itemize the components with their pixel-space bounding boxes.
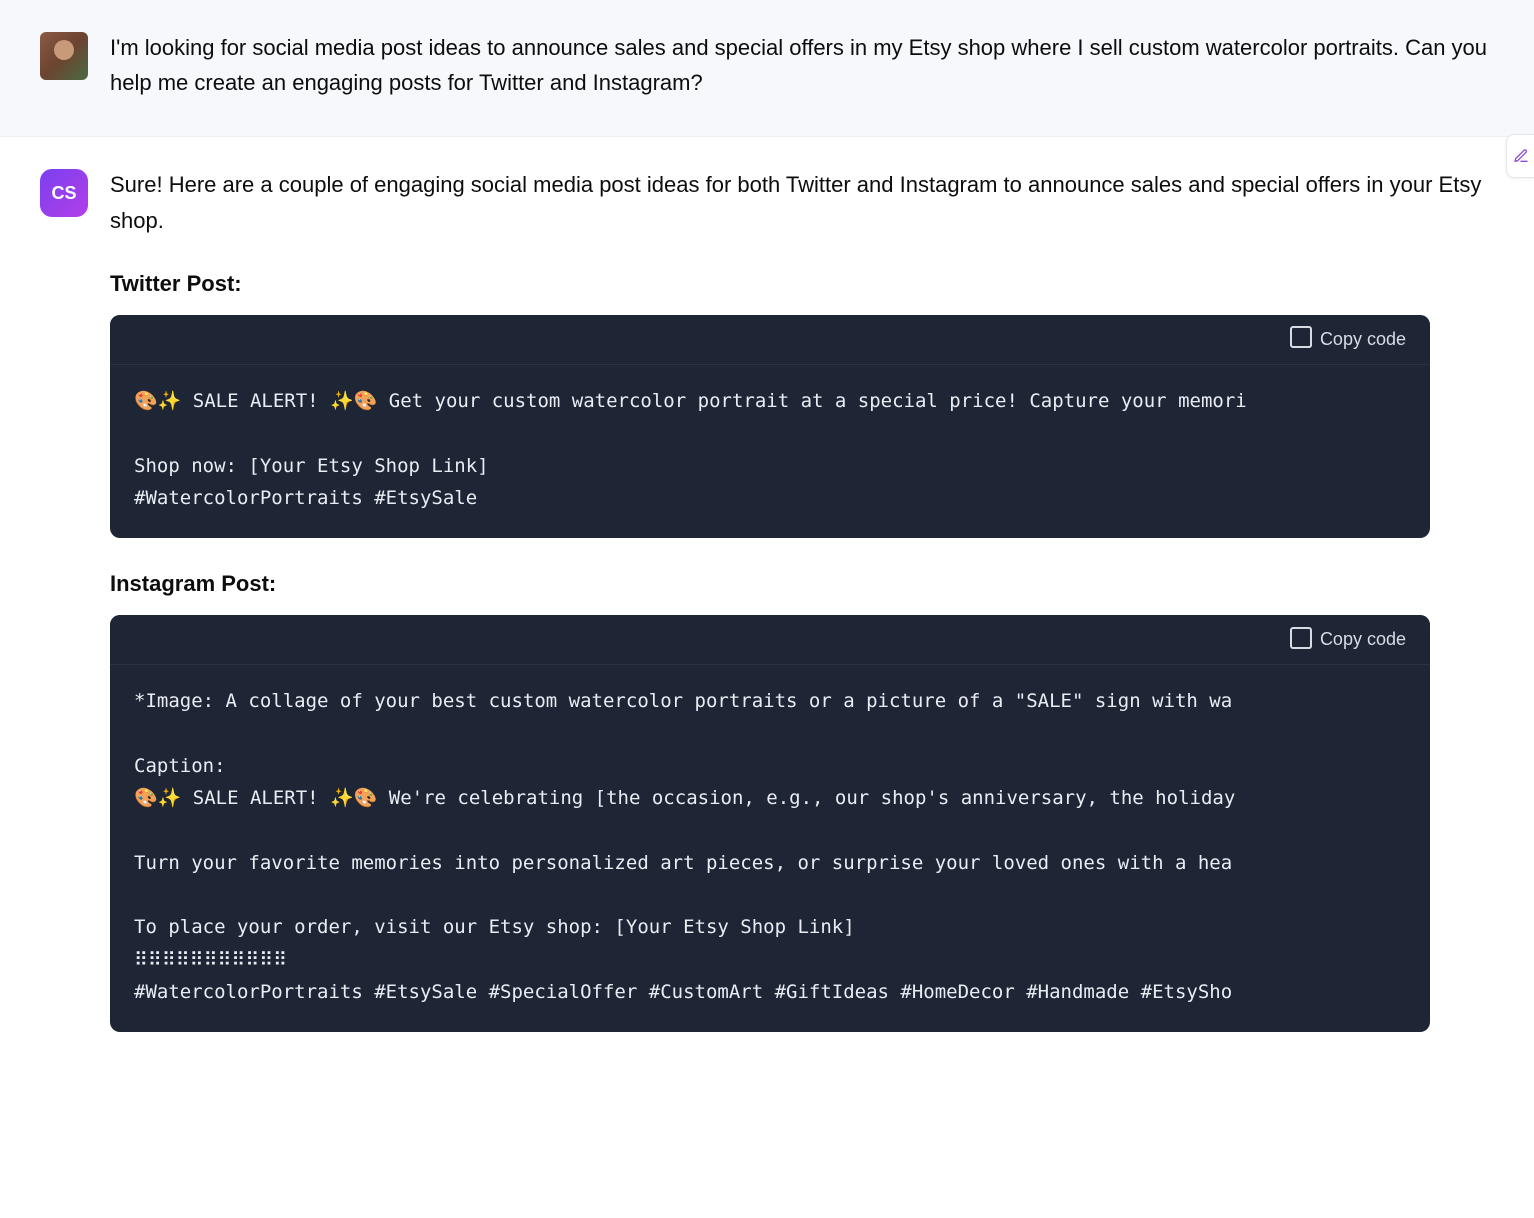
user-message: I'm looking for social media post ideas …: [0, 0, 1534, 137]
copy-icon: [1294, 330, 1312, 348]
instagram-code-block: Copy code *Image: A collage of your best…: [110, 615, 1430, 1032]
assistant-intro: Sure! Here are a couple of engaging soci…: [110, 167, 1494, 237]
copy-code-button[interactable]: Copy code: [1294, 329, 1406, 350]
twitter-code-block: Copy code 🎨✨ SALE ALERT! ✨🎨 Get your cus…: [110, 315, 1430, 538]
copy-icon: [1294, 631, 1312, 649]
assistant-avatar: CS: [40, 169, 88, 217]
code-header: Copy code: [110, 315, 1430, 365]
assistant-message: CS Sure! Here are a couple of engaging s…: [0, 137, 1534, 1072]
user-text: I'm looking for social media post ideas …: [110, 30, 1494, 100]
instagram-heading: Instagram Post:: [110, 566, 1494, 601]
user-avatar: [40, 32, 88, 80]
twitter-heading: Twitter Post:: [110, 266, 1494, 301]
copy-label: Copy code: [1320, 329, 1406, 350]
assistant-avatar-label: CS: [51, 183, 76, 204]
pencil-icon: [1513, 148, 1529, 164]
user-message-body: I'm looking for social media post ideas …: [110, 28, 1494, 108]
edit-panel-toggle[interactable]: [1506, 134, 1534, 178]
copy-label: Copy code: [1320, 629, 1406, 650]
instagram-code-body[interactable]: *Image: A collage of your best custom wa…: [110, 665, 1430, 1032]
twitter-code-body[interactable]: 🎨✨ SALE ALERT! ✨🎨 Get your custom waterc…: [110, 365, 1430, 538]
assistant-message-body: Sure! Here are a couple of engaging soci…: [110, 165, 1494, 1044]
code-header: Copy code: [110, 615, 1430, 665]
copy-code-button[interactable]: Copy code: [1294, 629, 1406, 650]
